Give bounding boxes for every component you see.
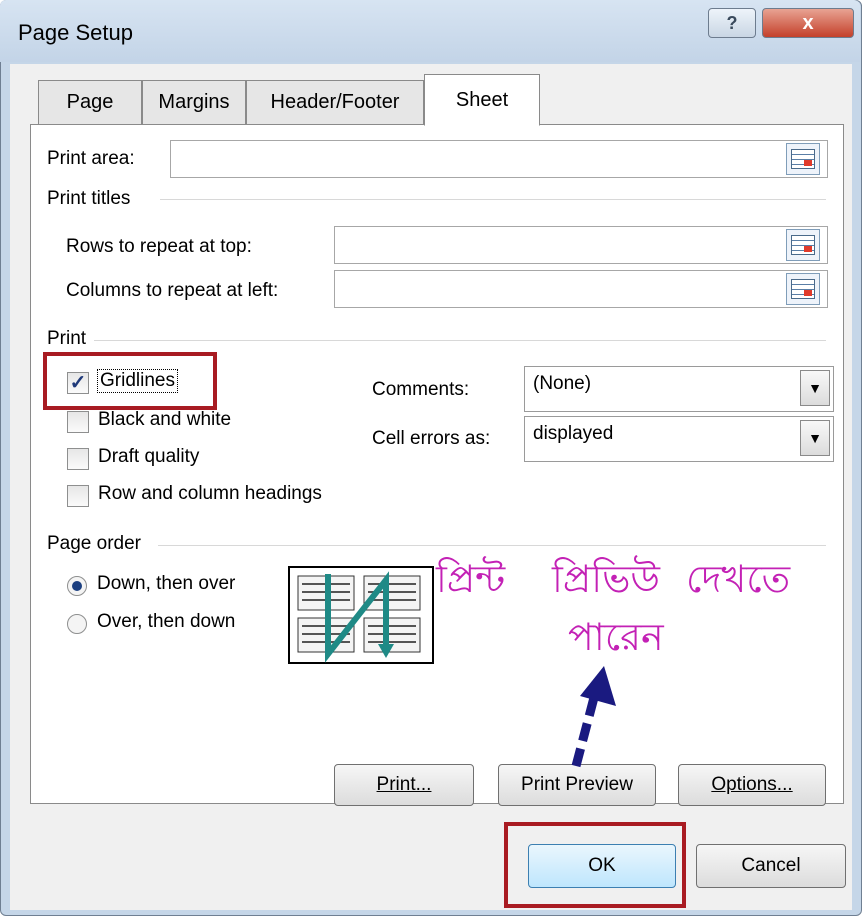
range-select-icon [791, 149, 815, 169]
page-order-heading: Page order [47, 533, 142, 554]
draft-quality-checkbox[interactable] [67, 448, 89, 470]
annotation-arrow [571, 666, 616, 768]
annotation-word-see: দেখতে [686, 557, 791, 601]
gridlines-highlight-box [43, 352, 217, 410]
rows-repeat-input[interactable] [334, 226, 828, 264]
cols-repeat-collapse-button[interactable] [786, 273, 820, 305]
comments-select[interactable]: (None) [524, 366, 834, 412]
print-area-input[interactable] [170, 140, 828, 178]
tab-header-footer[interactable]: Header/Footer [246, 80, 424, 124]
print-button-label: Print... [376, 774, 432, 795]
cols-repeat-input[interactable] [334, 270, 828, 308]
print-preview-button[interactable]: Print Preview [498, 764, 656, 806]
cancel-button-label: Cancel [741, 855, 801, 876]
black-white-label: Black and white [98, 409, 232, 430]
over-then-down-radio[interactable] [67, 614, 87, 634]
options-button-label: Options... [711, 774, 793, 795]
print-heading: Print [47, 328, 87, 349]
row-col-headings-label: Row and column headings [98, 483, 322, 504]
down-then-over-label: Down, then over [97, 573, 236, 594]
print-titles-heading: Print titles [47, 188, 131, 209]
comments-dropdown-button[interactable]: ▼ [800, 370, 830, 406]
ok-highlight-box [504, 822, 686, 908]
down-then-over-radio[interactable] [67, 576, 87, 596]
range-select-icon [791, 279, 815, 299]
cell-errors-label: Cell errors as: [372, 428, 491, 449]
over-then-down-label: Over, then down [97, 611, 236, 632]
dialog-title: Page Setup [18, 20, 133, 45]
print-button[interactable]: Print... [334, 764, 474, 806]
cols-repeat-label: Columns to repeat at left: [66, 280, 279, 301]
print-titles-separator [160, 199, 826, 200]
range-select-icon [791, 235, 815, 255]
close-button[interactable]: x [762, 8, 854, 38]
tab-page[interactable]: Page [38, 80, 142, 124]
tab-margins[interactable]: Margins [142, 80, 246, 124]
comments-label: Comments: [372, 379, 470, 400]
cancel-button[interactable]: Cancel [696, 844, 846, 888]
page-order-preview-icon [288, 566, 434, 664]
annotation-word-print: প্রিন্ট [436, 557, 506, 601]
dropdown-arrow-icon: ▼ [808, 380, 822, 396]
rows-repeat-label: Rows to repeat at top: [66, 236, 252, 257]
rows-repeat-collapse-button[interactable] [786, 229, 820, 261]
print-area-collapse-button[interactable] [786, 143, 820, 175]
tab-sheet[interactable]: Sheet [424, 74, 540, 126]
annotation-word-preview: প্রিভিউ [552, 557, 661, 601]
help-button[interactable]: ? [708, 8, 756, 38]
print-preview-button-label: Print Preview [521, 774, 633, 795]
print-separator [94, 340, 826, 341]
cell-errors-dropdown-button[interactable]: ▼ [800, 420, 830, 456]
cell-errors-select[interactable]: displayed [524, 416, 834, 462]
dropdown-arrow-icon: ▼ [808, 430, 822, 446]
page-order-separator [158, 545, 826, 546]
row-col-headings-checkbox[interactable] [67, 485, 89, 507]
draft-quality-label: Draft quality [98, 446, 200, 467]
options-button[interactable]: Options... [678, 764, 826, 806]
comments-value: (None) [533, 373, 592, 394]
cell-errors-value: displayed [533, 423, 614, 444]
black-white-checkbox[interactable] [67, 411, 89, 433]
print-area-label: Print area: [47, 148, 135, 169]
